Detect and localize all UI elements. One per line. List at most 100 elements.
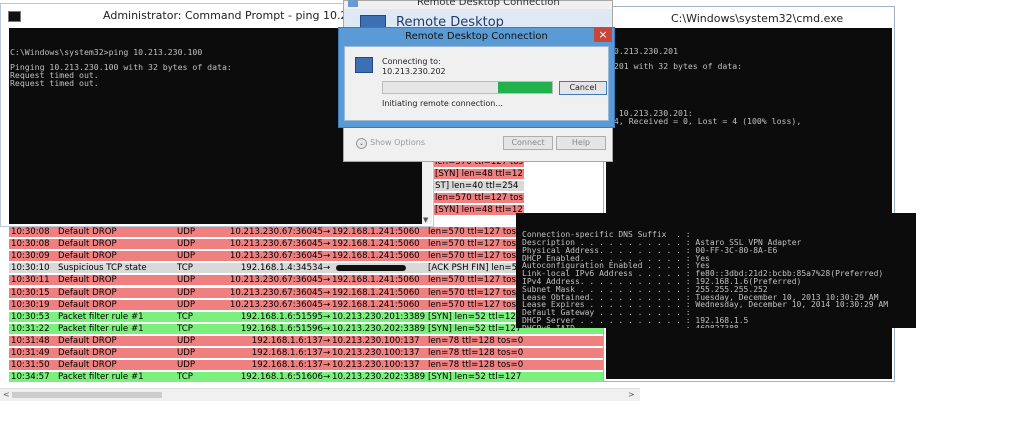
log-cell-destination: 192.168.1.241:5060 bbox=[332, 299, 420, 310]
log-cell-protocol: UDP bbox=[177, 251, 196, 262]
log-cell-source: 10.213.230.67:36045 bbox=[229, 227, 323, 237]
log-horizontal-scrollbar[interactable]: < > bbox=[0, 388, 640, 401]
log-cell-source: 10.213.230.67:36045 bbox=[229, 251, 323, 262]
log-arrow-icon: → bbox=[323, 263, 331, 274]
console-line: .201 with 32 bytes of data: bbox=[609, 61, 743, 72]
log-cell-time: 10:31:48 bbox=[11, 335, 50, 346]
log-arrow-icon: → bbox=[323, 239, 331, 250]
log-cell-time: 10:30:15 bbox=[11, 287, 50, 298]
log-cell-action: Default DROP bbox=[58, 348, 117, 358]
log-cell-action: Default DROP bbox=[58, 335, 117, 346]
log-arrow-icon: → bbox=[323, 251, 331, 262]
log-cell-info: [SYN] len=48 ttl=127 bbox=[435, 205, 524, 215]
log-cell-destination: 192.168.1.241:5060 bbox=[332, 275, 420, 286]
scroll-right-icon[interactable]: > bbox=[628, 389, 635, 401]
rdc-back-title: Remote Desktop Connection bbox=[417, 0, 560, 8]
help-button[interactable]: Help bbox=[556, 136, 606, 150]
log-cell-protocol: UDP bbox=[177, 239, 196, 250]
log-cell-info: [ACK PSH FIN] len=5 bbox=[428, 263, 518, 274]
log-arrow-icon: → bbox=[323, 311, 331, 322]
log-cell-time: 10:31:50 bbox=[11, 360, 50, 371]
ipconfig-output: Connection-specific DNS Suffix . : Descri… bbox=[516, 228, 916, 328]
rdc-computer-icon bbox=[355, 57, 373, 73]
log-row[interactable]: 10:31:50 Default DROP UDP 192.168.1.6:137 10… bbox=[9, 360, 640, 371]
log-cell-info: ST] len=40 ttl=254 bbox=[435, 181, 519, 191]
log-cell-source: 10.213.230.67:36045 bbox=[229, 275, 323, 286]
log-cell-source: 192.168.1.6:51606 bbox=[240, 372, 323, 383]
log-cell-action: Default DROP bbox=[58, 239, 117, 250]
log-cell-info: len=78 ttl=128 tos=0 bbox=[428, 335, 524, 346]
log-cell-info: len=78 ttl=128 tos=0 bbox=[428, 348, 524, 358]
log-cell-source: 192.168.1.6:51595 bbox=[240, 311, 323, 322]
show-options-chevron-icon[interactable]: ⌄ bbox=[356, 138, 367, 149]
log-cell-destination: 192.168.1.241:5060 bbox=[332, 287, 420, 298]
scroll-left-icon[interactable]: < bbox=[3, 389, 10, 401]
progress-fill bbox=[497, 82, 552, 93]
rdc-connecting-dialog[interactable]: Remote Desktop Connection × Connecting t… bbox=[338, 27, 615, 128]
cmd-icon bbox=[8, 11, 21, 22]
log-row-partial: [SYN] len=48 ttl=127 bbox=[434, 205, 524, 215]
connection-progress-bar bbox=[382, 81, 553, 94]
log-cell-info: len=570 ttl=127 tos= bbox=[428, 227, 524, 237]
log-cell-action: Packet filter rule #1 bbox=[58, 323, 144, 334]
ipconfig-console[interactable]: Connection-specific DNS Suffix . : Descri… bbox=[516, 213, 916, 328]
console-line: DHCPv6 IAID . . . . . . . . . . . : 4698… bbox=[522, 324, 916, 328]
scrollbar-thumb[interactable] bbox=[12, 392, 162, 398]
log-arrow-icon: → bbox=[323, 348, 331, 358]
log-cell-action: Default DROP bbox=[58, 299, 117, 310]
log-cell-source: 192.168.1.4:34534 bbox=[240, 263, 323, 274]
log-cell-info: [SYN] len=48 ttl=127 bbox=[435, 169, 524, 179]
log-cell-protocol: UDP bbox=[177, 275, 196, 286]
log-row[interactable]: 10:31:48 Default DROP UDP 192.168.1.6:137 10… bbox=[9, 335, 640, 346]
log-cell-destination: 10.213.230.201:3389 bbox=[332, 311, 426, 322]
console-line: 4, Received = 0, Lost = 4 (100% loss), bbox=[609, 115, 802, 126]
log-cell-protocol: UDP bbox=[177, 299, 196, 310]
log-cell-destination: 10.213.230.202:3389 bbox=[332, 323, 426, 334]
rdc-dialog-title: Remote Desktop Connection bbox=[405, 31, 548, 42]
log-cell-protocol: TCP bbox=[177, 372, 193, 383]
log-cell-action: Default DROP bbox=[58, 287, 117, 298]
log-arrow-icon: → bbox=[323, 227, 331, 237]
rdc-back-icon bbox=[348, 0, 358, 7]
log-row-partial: ST] len=40 ttl=254 bbox=[434, 181, 524, 191]
log-cell-action: Default DROP bbox=[58, 251, 117, 262]
scroll-down-icon[interactable]: ▼ bbox=[423, 216, 428, 224]
log-arrow-icon: → bbox=[323, 299, 331, 310]
log-cell-destination: 10.213.230.202:3389 bbox=[332, 372, 426, 383]
log-cell-protocol: TCP bbox=[177, 323, 193, 334]
log-cell-action: Packet filter rule #1 bbox=[58, 372, 144, 383]
log-cell-destination: 192.168.1.241:5060 bbox=[332, 227, 420, 237]
log-cell-destination: 10.213.230.100:137 bbox=[332, 360, 420, 371]
log-cell-source: 10.213.230.67:36045 bbox=[229, 239, 323, 250]
redacted-destination bbox=[336, 265, 406, 272]
connecting-label: Connecting to: bbox=[382, 57, 441, 66]
log-cell-action: Packet filter rule #1 bbox=[58, 311, 144, 322]
log-cell-info: [SYN] len=52 ttl=127 bbox=[428, 311, 522, 322]
log-cell-action: Default DROP bbox=[58, 275, 117, 286]
connecting-address: 10.213.230.202 bbox=[382, 67, 446, 76]
log-cell-time: 10:30:10 bbox=[11, 263, 50, 274]
close-icon[interactable]: × bbox=[594, 28, 612, 42]
log-cell-time: 10:31:22 bbox=[11, 323, 50, 334]
console-line: 10.213.230.201 bbox=[609, 45, 679, 56]
console-line: . bbox=[609, 78, 892, 87]
console-line: . bbox=[609, 93, 892, 102]
log-cell-info: len=570 ttl=127 tos= bbox=[435, 193, 524, 203]
log-row[interactable]: 10:31:49 Default DROP UDP 192.168.1.6:137 10… bbox=[9, 348, 640, 358]
log-row[interactable]: 10:34:57 Packet filter rule #1 TCP 192.168.… bbox=[9, 372, 640, 383]
log-cell-source: 10.213.230.67:36045 bbox=[229, 287, 323, 298]
log-cell-time: 10:30:53 bbox=[11, 311, 50, 322]
connect-button[interactable]: Connect bbox=[503, 136, 553, 150]
log-cell-source: 192.168.1.6:137 bbox=[251, 335, 323, 346]
log-cell-info: len=570 ttl=127 tos= bbox=[428, 239, 524, 250]
cancel-button[interactable]: Cancel bbox=[559, 81, 607, 95]
log-cell-time: 10:30:19 bbox=[11, 299, 50, 310]
log-cell-time: 10:30:08 bbox=[11, 239, 50, 250]
log-arrow-icon: → bbox=[323, 275, 331, 286]
log-cell-protocol: UDP bbox=[177, 227, 196, 237]
log-cell-protocol: UDP bbox=[177, 335, 196, 346]
log-cell-destination: 10.213.230.100:137 bbox=[332, 348, 420, 358]
show-options-link[interactable]: Show Options bbox=[370, 138, 425, 147]
log-cell-protocol: TCP bbox=[177, 263, 193, 274]
log-cell-info: len=570 ttl=127 tos= bbox=[428, 299, 524, 310]
